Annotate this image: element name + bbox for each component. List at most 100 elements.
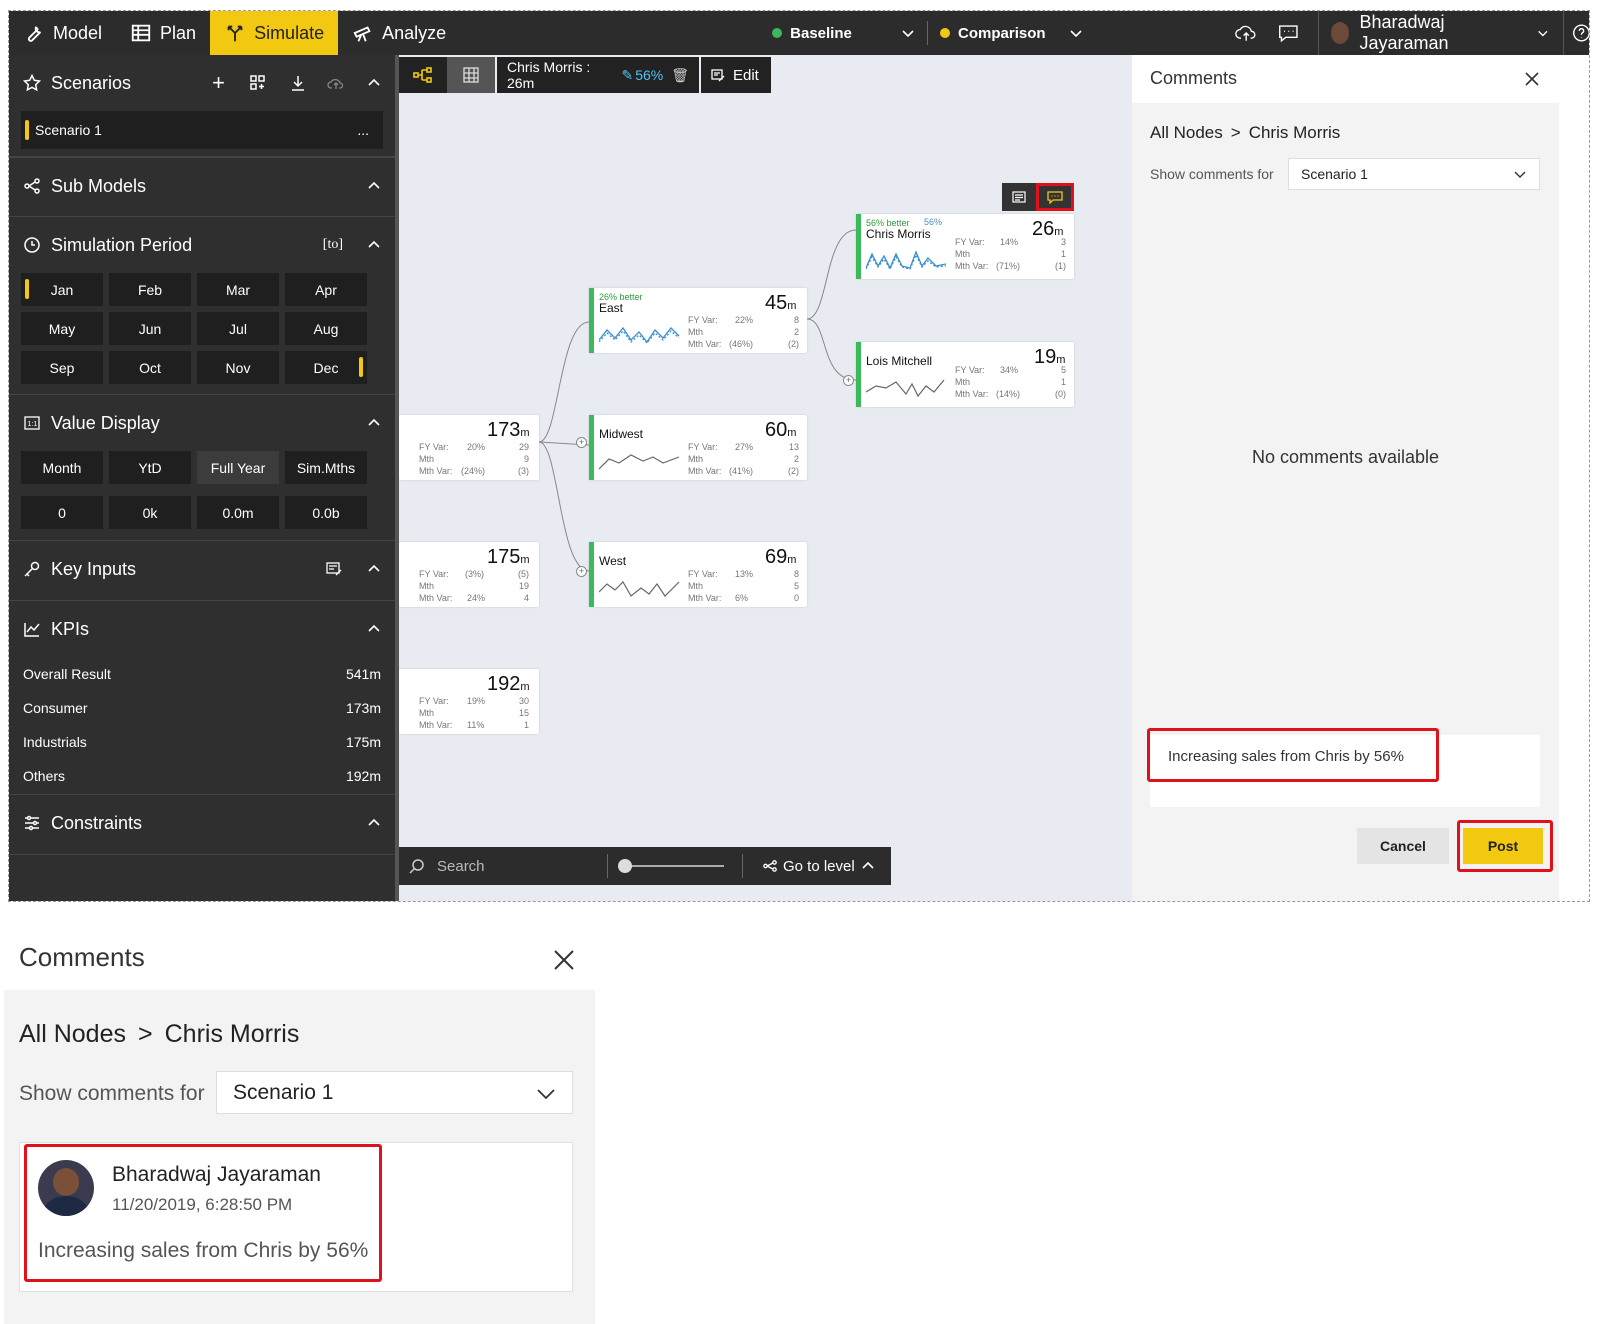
scenario-item[interactable]: Scenario 1 ... — [21, 111, 383, 149]
month-oct[interactable]: Oct — [109, 351, 191, 384]
expand-icon[interactable]: + — [576, 566, 587, 577]
cloud-upload-icon[interactable] — [1235, 22, 1257, 44]
chevron-up-icon[interactable] — [367, 622, 381, 636]
zoom-slider[interactable] — [618, 856, 728, 876]
format-millions[interactable]: 0.0m — [197, 496, 279, 529]
more-icon[interactable]: ... — [357, 122, 369, 138]
month-dec[interactable]: Dec — [285, 351, 367, 384]
scenarios-header[interactable]: Scenarios + — [9, 55, 395, 111]
node-card-lois-mitchell[interactable]: Lois Mitchell 19m FY Var: Mth Mth Var: 3… — [856, 342, 1074, 407]
chevron-up-icon[interactable] — [367, 238, 381, 252]
simulation-period-header[interactable]: Simulation Period [to] — [9, 217, 395, 273]
chevron-up-icon[interactable] — [367, 179, 381, 193]
node-card-others[interactable]: 192m FY Var: Mth Mth Var: 19% 11% 30 15 … — [399, 669, 539, 734]
slider-thumb[interactable] — [618, 859, 632, 873]
format-billions[interactable]: 0.0b — [285, 496, 367, 529]
go-to-level-button[interactable]: Go to level — [763, 858, 875, 875]
mode-month[interactable]: Month — [21, 451, 103, 484]
close-icon[interactable] — [1524, 71, 1540, 87]
tab-model-label: Model — [53, 22, 103, 43]
expand-icon[interactable]: + — [576, 437, 587, 448]
format-thousands[interactable]: 0k — [109, 496, 191, 529]
post-button[interactable]: Post — [1463, 828, 1543, 864]
key-inputs-title: Key Inputs — [51, 558, 137, 579]
cloud-icon[interactable] — [327, 74, 345, 92]
highlight-box — [24, 1144, 382, 1282]
fy-var-pct: 14% — [1000, 237, 1019, 247]
kpis-header[interactable]: KPIs — [9, 601, 395, 657]
help-icon[interactable] — [1572, 22, 1590, 44]
breadcrumb-root[interactable]: All Nodes — [1150, 123, 1223, 143]
mth-abs: 19 — [518, 581, 529, 591]
scenario-dropdown[interactable]: Scenario 1 — [1288, 158, 1540, 190]
comparison-dot — [940, 28, 951, 38]
period-tag[interactable]: [to] — [323, 237, 343, 253]
node-card-consumer[interactable]: 173m FY Var: Mth Mth Var: 20% (24%) 29 9… — [399, 415, 539, 480]
node-card-industrials[interactable]: 175m FY Var: Mth Mth Var: (3%) 24% (5) 1… — [399, 542, 539, 607]
tab-plan[interactable]: Plan — [116, 11, 210, 55]
chevron-up-icon[interactable] — [367, 416, 381, 430]
expand-icon[interactable]: + — [843, 375, 854, 386]
node-card-midwest[interactable]: Midwest 60m FY Var: Mth Mth Var: 27% (41… — [589, 415, 807, 480]
empty-state-message: No comments available — [1251, 447, 1440, 467]
month-jul[interactable]: Jul — [197, 312, 279, 345]
chevron-up-icon[interactable] — [367, 562, 381, 576]
chevron-up-icon[interactable] — [367, 816, 381, 830]
cancel-button[interactable]: Cancel — [1357, 828, 1449, 864]
baseline-select[interactable]: Baseline — [760, 11, 927, 55]
month-jan[interactable]: Jan — [21, 273, 103, 306]
month-label: Oct — [139, 359, 161, 376]
month-nov[interactable]: Nov — [197, 351, 279, 384]
grid-add-icon[interactable] — [249, 74, 267, 92]
mth-var-abs: 4 — [523, 593, 529, 603]
mode-full-year[interactable]: Full Year — [197, 451, 279, 484]
value-display-header[interactable]: 1:1 Value Display — [9, 395, 395, 451]
mode-ytd[interactable]: YtD — [109, 451, 191, 484]
tab-model[interactable]: Model — [9, 11, 116, 55]
constraints-header[interactable]: Constraints — [9, 795, 395, 851]
node-card-west[interactable]: West 69m FY Var: Mth Mth Var: 13% 6% 8 5… — [589, 542, 807, 607]
tab-simulate[interactable]: Simulate — [210, 11, 339, 55]
month-apr[interactable]: Apr — [285, 273, 367, 306]
key-inputs-header[interactable]: Key Inputs — [9, 541, 395, 597]
value-display-title: Value Display — [51, 412, 160, 433]
scenario-dropdown-value: Scenario 1 — [233, 1080, 334, 1104]
close-icon[interactable] — [552, 948, 576, 972]
format-units[interactable]: 0 — [21, 496, 103, 529]
node-status-bar — [856, 214, 861, 279]
node-value: 45m — [765, 292, 797, 314]
node-card-east[interactable]: 26% better East 45m FY Var: Mth Mth Var:… — [589, 288, 807, 353]
search-input[interactable]: Search — [437, 858, 607, 875]
node-details-button[interactable] — [1002, 183, 1036, 211]
month-sep[interactable]: Sep — [21, 351, 103, 384]
canvas-bottom-bar: Search Go to level — [399, 847, 891, 885]
month-aug[interactable]: Aug — [285, 312, 367, 345]
edit-list-icon[interactable] — [325, 560, 343, 578]
mode-sim-mths[interactable]: Sim.Mths — [285, 451, 367, 484]
month-mar[interactable]: Mar — [197, 273, 279, 306]
comparison-select[interactable]: Comparison — [928, 11, 1095, 55]
node-status-bar — [589, 542, 594, 607]
node-name: West — [599, 554, 627, 568]
node-comments-button[interactable] — [1036, 183, 1074, 211]
node-card-chris-morris[interactable]: 56% better 56% Chris Morris 26m FY Var: … — [856, 214, 1074, 279]
breadcrumb-root[interactable]: All Nodes — [19, 1020, 126, 1049]
add-icon[interactable]: + — [212, 70, 225, 96]
tab-analyze[interactable]: Analyze — [338, 11, 460, 55]
clock-icon — [24, 237, 40, 253]
month-jun[interactable]: Jun — [109, 312, 191, 345]
divider — [1318, 11, 1320, 55]
chevron-up-icon[interactable] — [367, 76, 381, 90]
submodels-header[interactable]: Sub Models — [9, 158, 395, 214]
scenario-dropdown[interactable]: Scenario 1 — [216, 1071, 573, 1114]
tree-canvas[interactable]: Chris Morris : 26m ✎ 56% 🗑 Edit + + + 56… — [399, 55, 1132, 901]
comment-icon — [1047, 190, 1063, 204]
month-label: Aug — [313, 320, 339, 337]
user-menu[interactable]: Bharadwaj Jayaraman — [1331, 12, 1549, 54]
mth-label: Mth — [955, 249, 971, 259]
node-value: 69m — [765, 546, 797, 568]
month-may[interactable]: May — [21, 312, 103, 345]
comment-icon[interactable] — [1278, 22, 1299, 44]
month-feb[interactable]: Feb — [109, 273, 191, 306]
download-icon[interactable] — [289, 74, 307, 92]
